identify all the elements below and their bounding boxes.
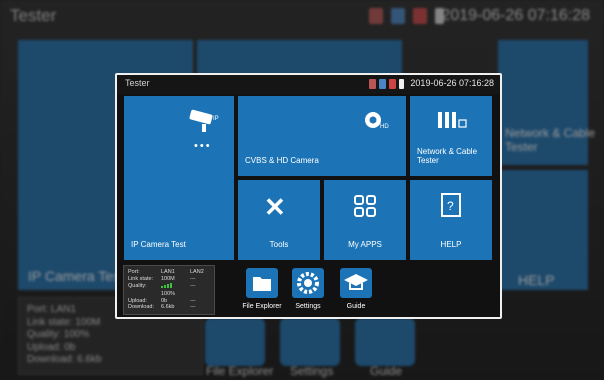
- settings-button[interactable]: [292, 268, 324, 298]
- bg-title: Tester: [10, 6, 57, 25]
- ip-camera-icon: IP: [189, 109, 219, 132]
- bg-label-ip-camera: IP Camera Test: [28, 268, 124, 284]
- tile-label-tools: Tools: [269, 240, 289, 250]
- battery-icon: [369, 8, 383, 24]
- bg-label-help: HELP: [518, 272, 555, 288]
- tile-label-network: Network & Cable Tester: [417, 146, 478, 166]
- bg-folder-icon: [205, 318, 265, 366]
- bg-label-guide: Guide: [370, 364, 403, 378]
- bg-label-network: Network & Cable Tester: [505, 126, 596, 154]
- bg-gear-icon: [280, 318, 340, 366]
- window-status-bar: Tester 2019-06-26 07:16:28: [117, 75, 500, 94]
- bg-label-settings: Settings: [290, 364, 334, 378]
- apps-icon: [354, 195, 376, 217]
- tile-label-myapps: My APPS: [348, 240, 382, 250]
- bg-guide-icon: [355, 318, 415, 366]
- gear-icon: [297, 272, 319, 294]
- hd-camera-icon: HD: [365, 112, 389, 130]
- svg-text:?: ?: [447, 199, 454, 213]
- tile-network-cable-tester[interactable]: Network & Cable Tester: [410, 96, 492, 176]
- tile-my-apps[interactable]: My APPS: [324, 180, 406, 260]
- network-connectors-icon: [438, 112, 467, 128]
- tile-ip-camera-test[interactable]: IP ••• IP Camera Test: [124, 96, 234, 260]
- tile-label-ip-camera: IP Camera Test: [131, 240, 186, 250]
- tools-icon: ✕: [264, 192, 286, 222]
- folder-icon: [253, 277, 271, 291]
- label-guide: Guide: [346, 303, 366, 310]
- poe-icon: [413, 8, 427, 24]
- tile-cvbs-hd-camera[interactable]: HD CVBS & HD Camera: [238, 96, 406, 176]
- port-status-panel: Port: LAN1 LAN2 Link state: 100M --- Quality…: [123, 265, 215, 315]
- tile-label-cvbs: CVBS & HD Camera: [245, 156, 319, 166]
- tile-label-help: HELP: [440, 240, 462, 250]
- storage-icon: [391, 8, 405, 24]
- help-book-icon: ?: [441, 193, 461, 217]
- window-title: Tester: [125, 78, 150, 88]
- tile-tools[interactable]: ✕ Tools: [238, 180, 320, 260]
- file-explorer-button[interactable]: [246, 268, 278, 298]
- tile-help[interactable]: ? HELP: [410, 180, 492, 260]
- svg-text:HD: HD: [380, 124, 389, 130]
- bg-label-file-explorer: File Explorer: [206, 364, 274, 378]
- bg-status-icons: [369, 8, 444, 24]
- status-icons: [369, 79, 404, 89]
- battery-icon: [369, 79, 376, 89]
- battery-level-icon: [399, 79, 404, 89]
- poe-icon: [389, 79, 396, 89]
- svg-text:IP: IP: [213, 116, 219, 122]
- bg-datetime: 2019-06-26 07:16:28: [441, 7, 590, 24]
- status-datetime: 2019-06-26 07:16:28: [410, 78, 494, 88]
- signal-bars-icon: [161, 282, 172, 288]
- graduation-cap-icon: [344, 274, 368, 290]
- more-dots-icon: •••: [194, 140, 212, 152]
- storage-icon: [379, 79, 386, 89]
- guide-button[interactable]: [340, 268, 372, 298]
